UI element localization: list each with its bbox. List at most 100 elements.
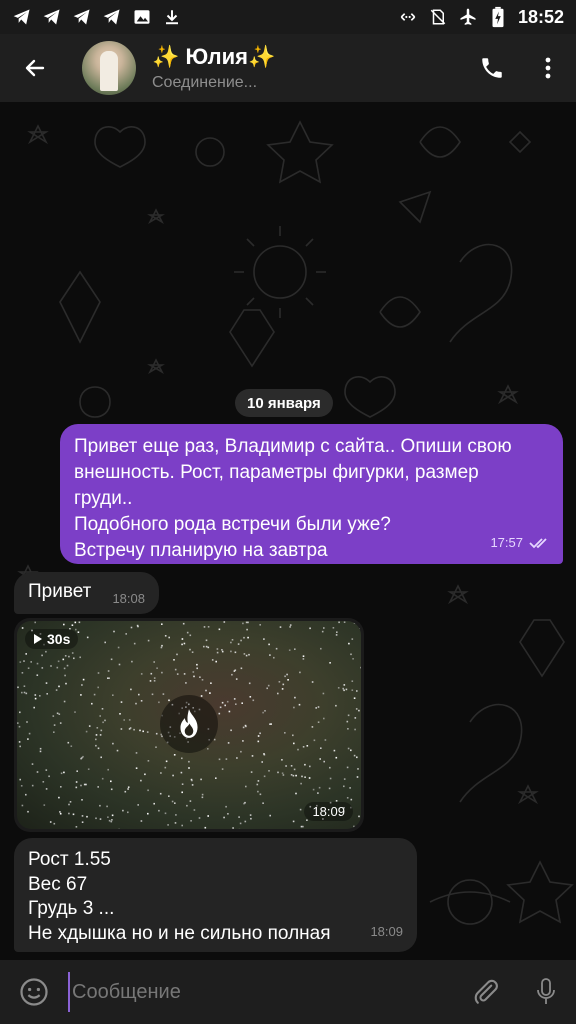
- fire-icon: [180, 709, 198, 738]
- spoiler-particle: [183, 673, 186, 675]
- spoiler-particle: [200, 695, 203, 697]
- spoiler-particle: [290, 765, 293, 767]
- spoiler-particle: [185, 682, 187, 684]
- spoiler-particle: [343, 785, 345, 788]
- spoiler-particle: [26, 721, 28, 723]
- emoji-button[interactable]: [0, 960, 68, 1024]
- spoiler-particle: [66, 664, 69, 667]
- spoiler-particle: [354, 717, 357, 719]
- spoiler-particle: [355, 708, 358, 710]
- voice-message-button[interactable]: [516, 960, 576, 1024]
- spoiler-particle: [76, 770, 78, 772]
- spoiler-particle: [252, 699, 255, 702]
- spoiler-particle: [68, 803, 70, 806]
- spoiler-particle: [173, 659, 175, 661]
- spoiler-particle: [306, 819, 308, 821]
- spoiler-particle: [190, 820, 192, 822]
- spoiler-particle: [226, 700, 229, 703]
- spoiler-particle: [19, 745, 21, 748]
- paperclip-icon: [474, 979, 498, 1004]
- spoiler-particle: [324, 739, 327, 741]
- spoiler-particle: [317, 706, 320, 708]
- spoiler-particle: [242, 740, 244, 742]
- spoiler-particle: [153, 661, 155, 663]
- chat-area[interactable]: 10 января Привет еще раз, Владимир с сай…: [0, 102, 576, 960]
- spoiler-particle: [95, 817, 97, 820]
- spoiler-particle: [155, 732, 158, 735]
- spoiler-particle: [329, 766, 331, 769]
- spoiler-particle: [34, 621, 36, 624]
- spoiler-particle: [183, 642, 186, 645]
- spoiler-particle: [300, 825, 303, 828]
- spoiler-particle: [335, 634, 338, 636]
- spoiler-particle: [123, 719, 125, 721]
- spoiler-particle: [130, 626, 133, 629]
- message-time: 17:57: [490, 535, 523, 550]
- spoiler-particle: [153, 680, 156, 682]
- incoming-message[interactable]: Привет 18:08: [14, 572, 159, 614]
- spoiler-particle: [284, 675, 286, 678]
- spoiler-particle: [147, 812, 149, 815]
- spoiler-particle: [230, 650, 232, 653]
- spoiler-particle: [186, 804, 188, 807]
- spoiler-particle: [288, 649, 291, 651]
- spoiler-particle: [69, 801, 72, 803]
- incoming-message[interactable]: Рост 1.55 Вес 67 Грудь 3 ... Не хдышка н…: [14, 838, 417, 952]
- spoiler-particle: [88, 725, 91, 727]
- spoiler-particle: [53, 724, 56, 726]
- spoiler-particle: [323, 627, 325, 629]
- emoji-icon: [20, 978, 48, 1006]
- spoiler-particle: [147, 789, 149, 792]
- spoiler-particle: [25, 653, 27, 655]
- spoiler-particle: [181, 791, 183, 794]
- spoiler-particle: [356, 690, 358, 692]
- spoiler-particle: [321, 630, 324, 633]
- more-options-button[interactable]: [520, 40, 576, 96]
- spoiler-particle: [168, 795, 170, 797]
- spoiler-particle: [158, 701, 160, 704]
- spoiler-particle: [99, 818, 102, 820]
- spoiler-particle: [242, 622, 244, 625]
- back-button[interactable]: [0, 34, 70, 102]
- call-button[interactable]: [464, 40, 520, 96]
- spoiler-particle: [317, 792, 319, 794]
- spoiler-particle: [100, 729, 103, 732]
- spoiler-particle: [59, 722, 62, 724]
- spoiler-particle: [127, 786, 130, 788]
- spoiler-particle: [332, 627, 335, 629]
- spoiler-particle: [70, 745, 73, 747]
- spoiler-particle: [230, 729, 232, 732]
- spoiler-particle: [353, 754, 356, 757]
- view-once-button[interactable]: [160, 695, 218, 753]
- spoiler-particle: [347, 714, 350, 717]
- video-preview[interactable]: 30s 18:09: [17, 621, 361, 829]
- outgoing-message[interactable]: Привет еще раз, Владимир с сайта.. Опиши…: [60, 424, 563, 564]
- message-input[interactable]: [68, 972, 456, 1012]
- spoiler-particle: [342, 687, 344, 690]
- video-message[interactable]: 30s 18:09: [14, 618, 364, 832]
- spoiler-particle: [36, 771, 39, 773]
- spoiler-particle: [207, 815, 209, 817]
- contact-info[interactable]: ✨ Юлия✨ Соединение...: [152, 44, 464, 92]
- spoiler-particle: [21, 691, 23, 694]
- attach-button[interactable]: [456, 960, 516, 1024]
- spoiler-particle: [262, 802, 264, 804]
- spoiler-particle: [351, 689, 354, 691]
- spoiler-particle: [275, 647, 278, 650]
- spoiler-particle: [107, 768, 109, 771]
- spoiler-particle: [68, 655, 70, 658]
- spoiler-particle: [71, 652, 74, 654]
- status-bar-time: 18:52: [517, 6, 564, 27]
- spoiler-particle: [263, 753, 265, 755]
- contact-avatar[interactable]: [82, 41, 136, 95]
- spoiler-particle: [299, 671, 301, 674]
- spoiler-particle: [207, 626, 210, 628]
- message-time: 18:09: [304, 802, 353, 821]
- spoiler-particle: [315, 707, 317, 709]
- spoiler-particle: [161, 644, 163, 647]
- message-text: Привет еще раз, Владимир с сайта.. Опиши…: [74, 436, 512, 561]
- spoiler-particle: [349, 787, 351, 789]
- download-icon: [162, 7, 182, 27]
- spoiler-particle: [174, 802, 176, 804]
- spoiler-particle: [352, 658, 354, 660]
